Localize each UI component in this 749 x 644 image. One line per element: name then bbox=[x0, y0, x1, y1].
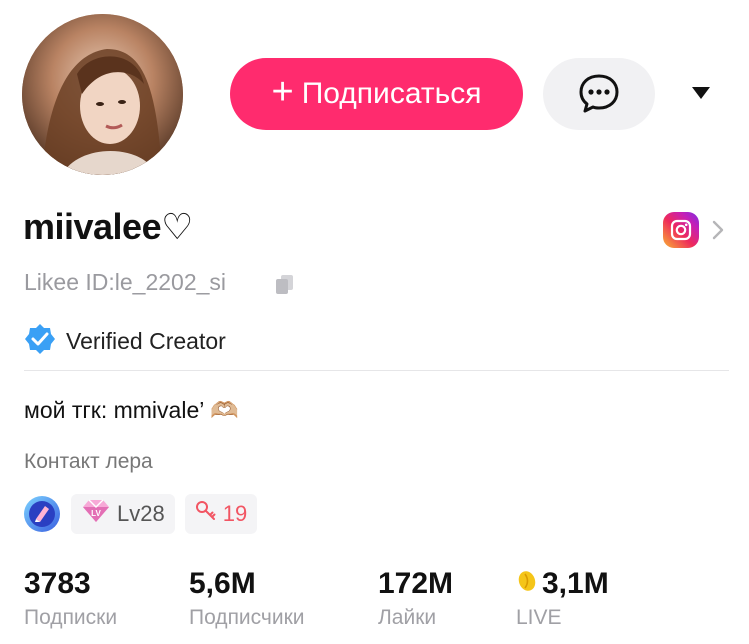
verified-label: Verified Creator bbox=[66, 328, 226, 354]
svg-text:LV: LV bbox=[91, 509, 101, 518]
fans-count: 19 bbox=[222, 501, 248, 526]
stat-label: Подписчики bbox=[189, 606, 305, 629]
stat-label: Подписки bbox=[24, 606, 118, 629]
stat-label: Лайки bbox=[378, 606, 437, 629]
level-chip[interactable]: LV Lv28 bbox=[71, 494, 175, 534]
avatar[interactable] bbox=[22, 14, 183, 175]
badges-row: LV Lv28 19 bbox=[23, 494, 258, 534]
follow-button[interactable]: + Подписаться bbox=[230, 58, 523, 130]
plus-icon: + bbox=[271, 71, 294, 113]
verified-creator-row: Verified Creator bbox=[24, 323, 226, 360]
stat-live-value: 3,1M bbox=[516, 566, 609, 602]
stat-likes[interactable]: 172M Лайки bbox=[378, 566, 453, 630]
gem-icon: LV bbox=[81, 498, 111, 530]
stats-row: 3783 Подписки 5,6M Подписчики 172M Лайки… bbox=[0, 566, 749, 644]
likee-id: Likee ID:le_2202_si bbox=[24, 269, 227, 295]
message-button[interactable] bbox=[543, 58, 655, 130]
follow-label: Подписаться bbox=[301, 77, 482, 110]
stat-value: 3,1M bbox=[542, 567, 609, 600]
stat-value: 5,6M bbox=[189, 567, 256, 600]
verified-badge-icon bbox=[24, 323, 56, 360]
chat-bubble-icon bbox=[577, 71, 621, 118]
stat-following[interactable]: 3783 Подписки bbox=[24, 566, 117, 630]
stat-value: 172M bbox=[378, 567, 454, 600]
fans-key-icon bbox=[195, 500, 217, 528]
more-dropdown[interactable] bbox=[684, 78, 718, 112]
username: miivalee♡ bbox=[23, 206, 193, 247]
chevron-right-icon[interactable] bbox=[710, 218, 726, 242]
divider bbox=[24, 370, 729, 371]
dropdown-arrow-icon bbox=[691, 86, 711, 105]
bean-icon bbox=[516, 566, 538, 602]
bio: мой тгк: mmivale’ 🫶🏼 bbox=[24, 397, 239, 424]
stat-label: LIVE bbox=[516, 606, 562, 629]
stat-live[interactable]: 3,1M LIVE bbox=[516, 566, 609, 630]
fans-chip[interactable]: 19 bbox=[184, 494, 258, 534]
level-badge-icon[interactable] bbox=[23, 495, 61, 533]
heart-hands-emoji: 🫶🏼 bbox=[210, 397, 239, 423]
contact-text: Контакт лера bbox=[24, 450, 153, 473]
bio-text: мой тгк: mmivale’ bbox=[24, 397, 205, 423]
stat-followers[interactable]: 5,6M Подписчики bbox=[189, 566, 305, 630]
copy-icon[interactable] bbox=[273, 272, 297, 296]
stat-value: 3783 bbox=[24, 567, 91, 600]
level-label: Lv28 bbox=[117, 501, 165, 526]
instagram-icon[interactable] bbox=[663, 212, 699, 248]
